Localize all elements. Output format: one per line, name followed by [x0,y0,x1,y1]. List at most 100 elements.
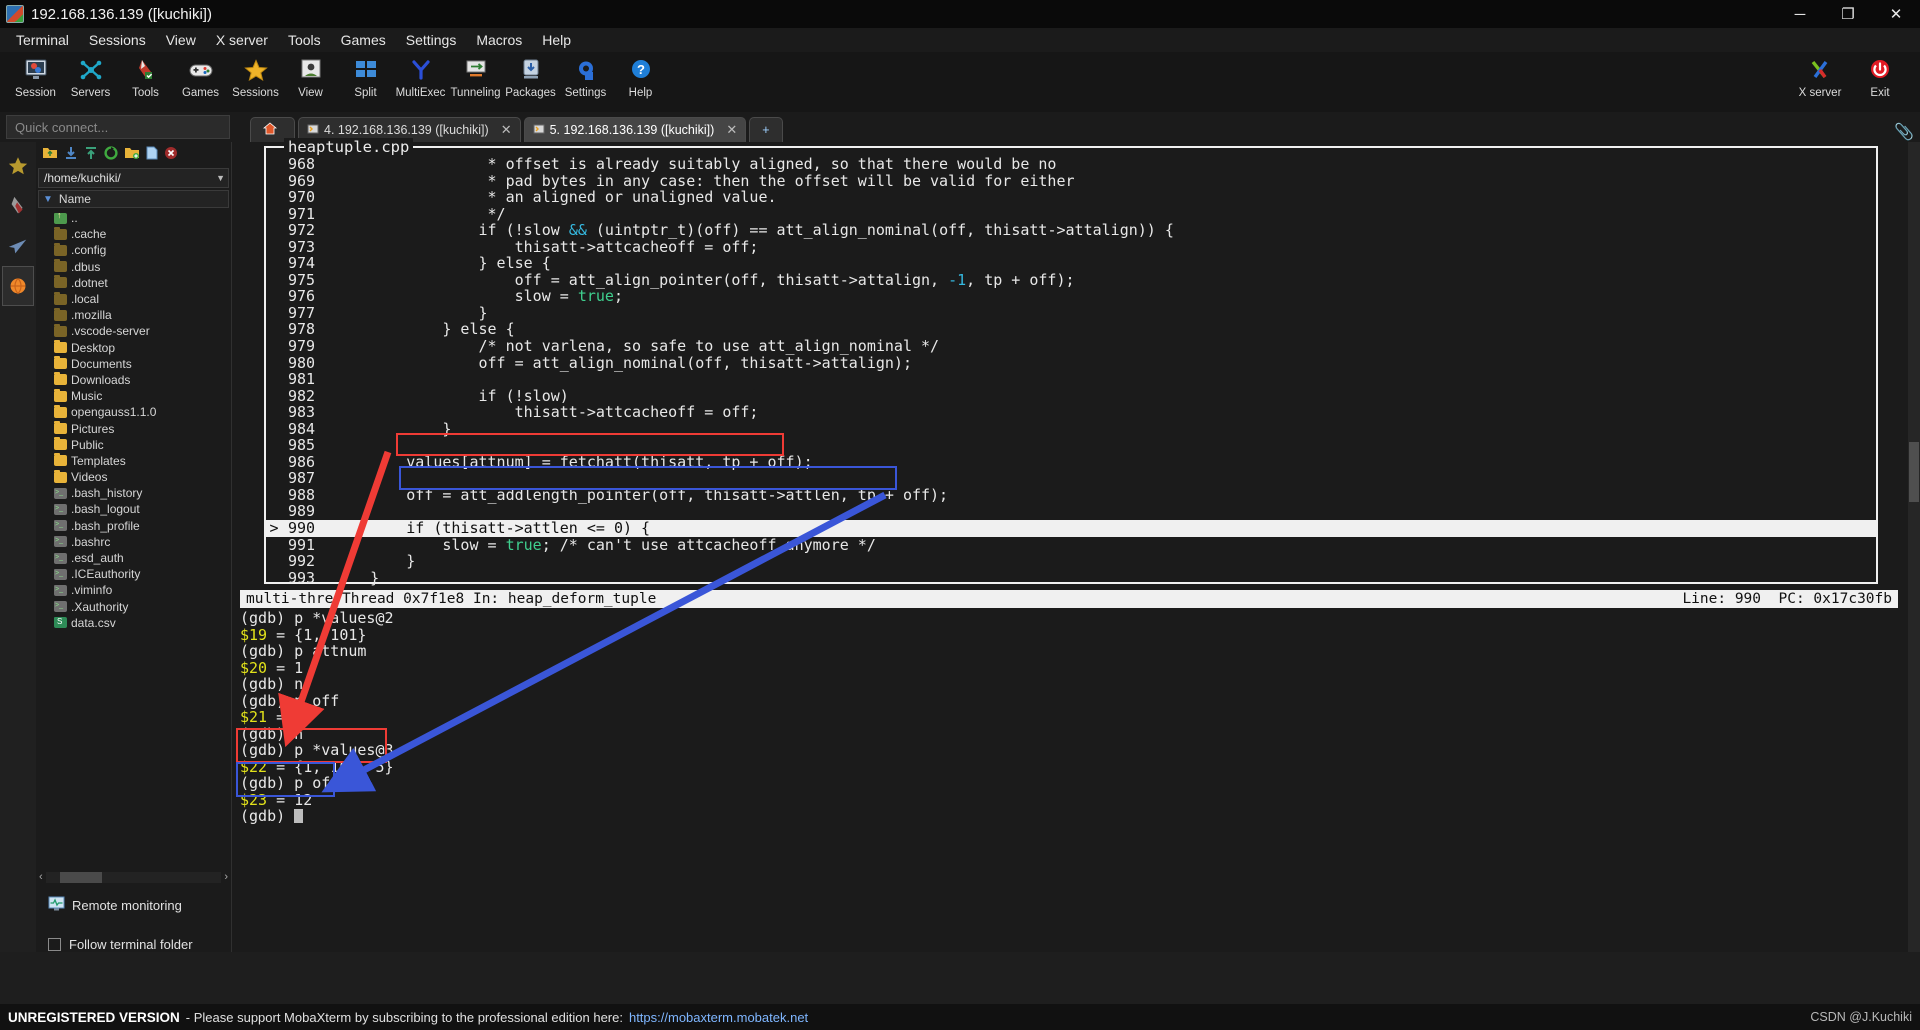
menu-terminal[interactable]: Terminal [6,30,79,50]
code-line[interactable]: 978 } else { [266,321,1876,338]
code-line[interactable]: 974 } else { [266,255,1876,272]
file-list-item[interactable]: .bash_history [36,485,231,501]
code-line[interactable]: 968 * offset is already suitably aligned… [266,156,1876,173]
terminal-vscroll-thumb[interactable] [1909,442,1919,502]
menu-tools[interactable]: Tools [278,30,331,50]
file-list-item[interactable]: .bash_profile [36,518,231,534]
ribbon-packages[interactable]: Packages [503,52,558,99]
mobaxterm-link[interactable]: https://mobaxterm.mobatek.net [629,1010,808,1025]
menu-settings[interactable]: Settings [396,30,467,50]
terminal-panel[interactable]: heaptuple.cpp 968 * offset is already su… [232,138,1920,952]
hscroll-track[interactable] [45,871,222,883]
code-line[interactable]: 983 thisatt->attcacheoff = off; [266,404,1876,421]
file-list-item[interactable]: .esd_auth [36,550,231,566]
ribbon-servers[interactable]: Servers [63,52,118,99]
code-line[interactable]: 977 } [266,305,1876,322]
new-tab-button[interactable]: + [749,117,783,142]
menu-xserver[interactable]: X server [206,30,278,50]
file-list-item[interactable]: Videos [36,469,231,485]
file-list-item[interactable]: Music [36,388,231,404]
ribbon-tools[interactable]: Tools [118,52,173,99]
file-list-item[interactable]: .dotnet [36,275,231,291]
file-list-item[interactable]: .mozilla [36,307,231,323]
file-list-item[interactable]: .bash_logout [36,501,231,517]
quick-connect-input[interactable]: Quick connect... [6,115,230,139]
code-line[interactable]: 991 slow = true; /* can't use attcacheof… [266,536,1876,554]
menu-view[interactable]: View [156,30,206,50]
ribbon-view[interactable]: View [283,52,338,99]
code-line[interactable]: 976 slow = true; [266,288,1876,305]
file-list-item[interactable]: .cache [36,226,231,242]
file-list-item[interactable]: .local [36,291,231,307]
code-line[interactable]: 969 * pad bytes in any case: then the of… [266,172,1876,190]
code-line[interactable]: 992 } [266,553,1876,570]
tab-session-5[interactable]: 5. 192.168.136.139 ([kuchiki]) ✕ [523,117,747,142]
code-line[interactable]: 980 off = att_align_nominal(off, thisatt… [266,355,1876,372]
code-line[interactable]: 973 thisatt->attcacheoff = off; [266,239,1876,256]
file-list-item[interactable]: .vscode-server [36,323,231,339]
upload-icon[interactable] [84,146,98,162]
ribbon-session[interactable]: Session [8,52,63,99]
source-code-lines[interactable]: 968 * offset is already suitably aligned… [266,148,1876,586]
rail-send[interactable] [2,226,34,266]
file-list-item[interactable]: Templates [36,453,231,469]
folder-up-icon[interactable] [42,146,58,162]
tab-session-4-close[interactable]: ✕ [501,122,512,138]
file-list-item[interactable]: .dbus [36,259,231,275]
code-line[interactable]: 975 off = att_align_pointer(off, thisatt… [266,272,1876,289]
ribbon-multiexec[interactable]: MultiExec [393,52,448,99]
hscroll-thumb[interactable] [59,871,102,883]
ribbon-settings[interactable]: Settings [558,52,613,99]
code-line[interactable]: 972 if (!slow && (uintptr_t)(off) == att… [266,222,1876,239]
code-line[interactable]: 987 [266,470,1876,487]
terminal-vscrollbar[interactable] [1908,142,1920,952]
file-list-item[interactable]: .config [36,242,231,258]
minimize-button[interactable]: ─ [1776,0,1824,28]
code-line[interactable]: 970 * an aligned or unaligned value. [266,189,1876,206]
download-icon[interactable] [64,146,78,162]
delete-icon[interactable] [164,146,178,162]
ribbon-tunneling[interactable]: Tunneling [448,52,503,99]
file-list-item[interactable]: .Xauthority [36,599,231,615]
maximize-button[interactable]: ❐ [1824,0,1872,28]
code-line[interactable]: 979 /* not varlena, so safe to use att_a… [266,338,1876,355]
ribbon-sessions[interactable]: Sessions [228,52,283,99]
ribbon-games[interactable]: Games [173,52,228,99]
file-list-item[interactable]: .. [36,210,231,226]
code-line[interactable]: 971 */ [266,206,1876,223]
file-list-item[interactable]: Documents [36,356,231,372]
menu-games[interactable]: Games [331,30,396,50]
code-line[interactable]: 984 } [266,421,1876,438]
new-folder-icon[interactable] [124,146,140,162]
new-file-icon[interactable] [146,146,158,162]
menu-macros[interactable]: Macros [466,30,532,50]
menu-help[interactable]: Help [532,30,581,50]
ribbon-help[interactable]: ? Help [613,52,668,99]
file-list-item[interactable]: .ICEauthority [36,566,231,582]
chevron-down-icon[interactable]: ▼ [216,173,225,183]
ribbon-split[interactable]: Split [338,52,393,99]
file-list-item[interactable]: Downloads [36,372,231,388]
scroll-right-icon[interactable]: › [224,871,228,883]
tab-session-5-close[interactable]: ✕ [726,122,737,138]
file-list-item[interactable]: Desktop [36,340,231,356]
follow-terminal-folder-checkbox[interactable] [48,938,61,951]
file-list-item[interactable]: opengauss1.1.0 [36,404,231,420]
remote-monitoring-button[interactable]: Remote monitoring [48,896,231,915]
rail-tools[interactable] [2,186,34,226]
code-line[interactable]: >990 if (thisatt->attlen <= 0) { [266,520,1876,537]
code-line[interactable]: 985 [266,437,1876,454]
column-header-name[interactable]: ▼ Name [38,190,229,208]
file-list-item[interactable]: Pictures [36,420,231,436]
rail-favorites[interactable] [2,146,34,186]
code-line[interactable]: 982 if (!slow) [266,388,1876,405]
menu-sessions[interactable]: Sessions [79,30,156,50]
code-line[interactable]: 986 values[attnum] = fetchatt(thisatt, t… [266,454,1876,471]
file-list-item[interactable]: data.csv [36,615,231,631]
scroll-left-icon[interactable]: ‹ [39,871,43,883]
file-list-item[interactable]: Public [36,437,231,453]
file-list-item[interactable]: .bashrc [36,534,231,550]
path-input[interactable]: /home/kuchiki/ ▼ [38,168,229,188]
rail-globe[interactable] [2,266,34,306]
close-button[interactable]: ✕ [1872,0,1920,28]
